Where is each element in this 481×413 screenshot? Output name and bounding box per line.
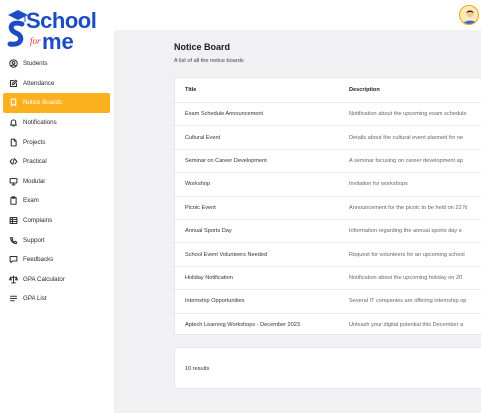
sidebar-item-support[interactable]: Support — [0, 230, 114, 250]
cell-description: Notification about the upcoming holiday … — [349, 274, 463, 281]
cell-description: Invitation for workshops — [349, 181, 408, 188]
sidebar-item-exam[interactable]: Exam — [0, 191, 114, 211]
sidebar-item-label: Students — [23, 60, 48, 68]
table-row[interactable]: Holiday Notification Notification about t… — [175, 267, 481, 291]
cell-title: Aptech Learning Workshops - December 202… — [185, 322, 300, 329]
sidebar-item-feedbacks[interactable]: Feedbacks — [0, 250, 114, 270]
top-bar — [114, 0, 481, 30]
sidebar-item-notice-boards[interactable]: Notice Boards — [3, 93, 110, 113]
sidebar-item-label: Modular — [23, 177, 46, 185]
person-avatar-icon — [463, 10, 477, 24]
sidebar-item-label: Complains — [23, 217, 53, 225]
sidebar-item-label: Notifications — [23, 119, 57, 127]
sidebar-item-attendance[interactable]: Attendance — [0, 74, 114, 94]
cell-description: Information regarding the annual sports … — [349, 228, 462, 235]
cell-title: Annual Sports Day — [185, 228, 232, 235]
sidebar-item-label: Notice Boards — [23, 99, 62, 107]
notice-board-table: Title Description Exam Schedule Announce… — [174, 77, 481, 335]
table-footer: 10 results — [174, 347, 481, 389]
cell-title: Holiday Notification — [185, 274, 233, 281]
cell-description: Several IT companies are offering intern… — [349, 298, 467, 305]
phone-icon — [8, 235, 18, 245]
table-row[interactable]: Workshop Invitation for workshops — [175, 173, 481, 197]
table-row[interactable]: Cultural Event Details about the cultural… — [175, 126, 481, 150]
sidebar-item-practical[interactable]: Practical — [0, 152, 114, 172]
cell-description: Details about the cultural event planned… — [349, 134, 464, 141]
cell-title: Workshop — [185, 181, 211, 188]
column-header-title: Title — [185, 87, 197, 93]
table-row[interactable]: Annual Sports Day Information regarding t… — [175, 220, 481, 244]
column-header-description: Description — [349, 87, 380, 93]
table-icon — [8, 216, 18, 226]
cell-title: School Event Volunteers Needed — [185, 251, 268, 258]
sidebar-item-gpa-list[interactable]: GPA List — [0, 289, 114, 309]
cell-title: Internship Opportunities — [185, 298, 245, 305]
bell-icon — [8, 118, 18, 128]
sidebar-item-notifications[interactable]: Notifications — [0, 113, 114, 133]
cell-title: Exam Schedule Announcement — [185, 111, 264, 118]
pencil-square-icon — [8, 78, 18, 88]
school-for-me-logo[interactable]: School for me — [6, 6, 97, 54]
sidebar-nav: Students Attendance Notice Boards Notifi… — [0, 54, 114, 309]
brand-for-text: for — [30, 36, 41, 46]
cell-title: Cultural Event — [185, 134, 221, 141]
sidebar-item-students[interactable]: Students — [0, 54, 114, 74]
cell-title: Picnic Event — [185, 204, 216, 211]
user-avatar[interactable] — [459, 5, 479, 25]
file-icon — [8, 137, 18, 147]
cell-description: A seminar focusing on career development… — [349, 157, 463, 164]
bookmark-icon — [8, 98, 18, 108]
sidebar-item-label: Support — [23, 236, 45, 244]
brand-me-text: me — [42, 29, 74, 54]
table-row[interactable]: Aptech Learning Workshops - December 202… — [175, 314, 481, 334]
table-row[interactable]: Exam Schedule Announcement Notification a… — [175, 103, 481, 127]
monitor-icon — [8, 176, 18, 186]
results-count: 10 results — [185, 366, 210, 372]
sidebar-item-label: Feedbacks — [23, 256, 54, 264]
table-header: Title Description — [175, 78, 481, 103]
table-row[interactable]: Internship Opportunities Several IT compa… — [175, 290, 481, 314]
cell-description: Announcement for the picnic to be held o… — [349, 204, 468, 211]
sidebar-item-projects[interactable]: Projects — [0, 132, 114, 152]
sidebar-item-label: Exam — [23, 197, 39, 205]
scale-icon — [8, 274, 18, 284]
main-content: Notice Board A list of all the notice bo… — [114, 30, 481, 413]
cell-description: Unleash your digital potential this Dece… — [349, 322, 464, 329]
sidebar-item-label: Attendance — [23, 79, 55, 87]
graduate-logo-icon — [7, 10, 28, 47]
table-body: Exam Schedule Announcement Notification a… — [175, 103, 481, 334]
cell-description: Notification about the upcoming exam sch… — [349, 111, 467, 118]
table-row[interactable]: School Event Volunteers Needed Request fo… — [175, 243, 481, 267]
sidebar-item-gpa-calculator[interactable]: GPA Calculator — [0, 270, 114, 290]
sidebar-item-label: GPA Calculator — [23, 275, 65, 283]
list-icon — [8, 294, 18, 304]
sidebar: School for me Students Attendance Notice… — [0, 0, 114, 413]
code-icon — [8, 157, 18, 167]
table-row[interactable]: Seminar on Career Development A seminar f… — [175, 150, 481, 174]
page-subtitle: A list of all the notice boards — [174, 58, 244, 64]
cell-description: Request for volunteers for an upcoming s… — [349, 251, 465, 258]
sidebar-item-label: Practical — [23, 158, 47, 166]
sidebar-item-modular[interactable]: Modular — [0, 172, 114, 192]
page-title: Notice Board — [174, 42, 231, 52]
clipboard-icon — [8, 196, 18, 206]
user-circle-icon — [8, 59, 18, 69]
chat-icon — [8, 255, 18, 265]
sidebar-item-label: Projects — [23, 138, 46, 146]
cell-title: Seminar on Career Development — [185, 157, 267, 164]
sidebar-item-label: GPA List — [23, 295, 47, 303]
sidebar-item-complains[interactable]: Complains — [0, 211, 114, 231]
table-row[interactable]: Picnic Event Announcement for the picnic … — [175, 197, 481, 220]
